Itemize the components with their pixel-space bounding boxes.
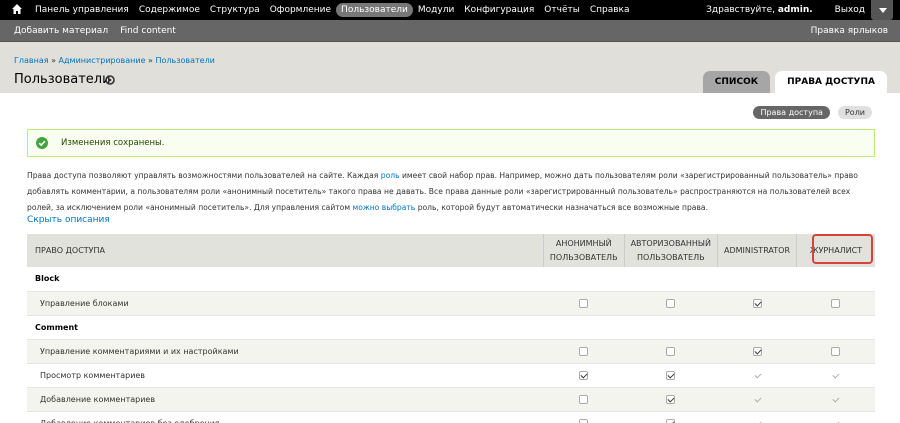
toolbar-item-reports[interactable]: Отчёты xyxy=(539,3,585,17)
table-row: Управление комментариями и их настройкам… xyxy=(27,339,875,364)
primary-tabs: СПИСОК ПРАВА ДОСТУПА xyxy=(698,71,887,93)
checkbox-journalist-inherited xyxy=(831,395,840,404)
checkbox-authenticated[interactable] xyxy=(666,298,676,308)
checkbox-journalist[interactable] xyxy=(831,298,841,308)
checkbox-journalist-inherited xyxy=(831,371,840,380)
toolbar-item-structure[interactable]: Структура xyxy=(205,3,265,17)
checkbox-administrator-inherited xyxy=(753,395,762,404)
toolbar-user: Здравствуйте, admin. Выход xyxy=(706,0,865,20)
toolbar-item-modules[interactable]: Модули xyxy=(413,3,459,17)
page-title: Пользователи xyxy=(14,72,111,87)
header-journalist: ЖУРНАЛИСТ xyxy=(796,234,875,267)
page-header: Главная » Администрирование » Пользовате… xyxy=(0,42,900,93)
role-link[interactable]: роль xyxy=(381,171,400,180)
table-row: Добавление комментариев xyxy=(27,387,875,412)
header-anonymous-line1: АНОНИМНЫЙ xyxy=(555,238,612,248)
header-anonymous-line2: ПОЛЬЗОВАТЕЛЬ xyxy=(549,252,618,262)
permission-name: Управление комментариями и их настройкам… xyxy=(27,339,544,364)
checkbox-administrator-inherited xyxy=(753,371,762,380)
header-permission: ПРАВО ДОСТУПА xyxy=(27,234,544,267)
breadcrumb-people[interactable]: Пользователи xyxy=(155,56,214,65)
permission-name: Добавление комментариев без одобрения xyxy=(27,411,544,423)
tab-permissions[interactable]: ПРАВА ДОСТУПА xyxy=(775,71,887,93)
greeting-text: Здравствуйте, xyxy=(706,5,775,15)
checkbox-anonymous[interactable] xyxy=(579,418,589,423)
checkbox-authenticated[interactable] xyxy=(666,418,676,423)
checkbox-administrator-inherited xyxy=(753,419,762,423)
module-row: Block xyxy=(27,267,875,292)
toolbar-item-appearance[interactable]: Оформление xyxy=(265,3,336,17)
header-authenticated-line2: ПОЛЬЗОВАТЕЛЬ xyxy=(636,252,705,262)
toolbar-item-configuration[interactable]: Конфигурация xyxy=(459,3,539,17)
toolbar-drawer-toggle[interactable] xyxy=(871,0,893,20)
checkbox-administrator[interactable] xyxy=(752,298,762,308)
toolbar-menu: Панель управления Содержимое Структура О… xyxy=(30,0,634,20)
checkbox-authenticated[interactable] xyxy=(666,394,676,404)
header-administrator: ADMINISTRATOR xyxy=(716,234,797,267)
checkbox-anonymous[interactable] xyxy=(579,394,589,404)
shortcut-add-content[interactable]: Добавить материал xyxy=(14,26,108,36)
subtab-roles[interactable]: Роли xyxy=(837,106,872,119)
check-circle-icon xyxy=(36,137,48,149)
table-row: Управление блоками xyxy=(27,291,875,316)
toolbar-item-people[interactable]: Пользователи xyxy=(336,3,413,17)
checkbox-authenticated[interactable] xyxy=(666,370,676,380)
breadcrumb: Главная » Администрирование » Пользовате… xyxy=(14,56,215,65)
table-row: Просмотр комментариев xyxy=(27,363,875,388)
permission-name: Добавление комментариев xyxy=(27,387,544,412)
choose-admin-role-link[interactable]: можно выбрать xyxy=(352,203,415,212)
status-message-text: Изменения сохранены. xyxy=(61,138,165,148)
module-name: Comment xyxy=(27,315,875,340)
toolbar-item-dashboard[interactable]: Панель управления xyxy=(30,3,134,17)
breadcrumb-home[interactable]: Главная xyxy=(14,56,49,65)
shortcut-star-icon[interactable] xyxy=(105,75,115,85)
shortcut-bar: Добавить материал Find content Правка яр… xyxy=(0,20,900,42)
permissions-table: ПРАВО ДОСТУПА АНОНИМНЫЙ ПОЛЬЗОВАТЕЛЬ АВТО… xyxy=(27,234,875,423)
subtab-permissions[interactable]: Права доступа xyxy=(753,106,830,119)
checkbox-anonymous[interactable] xyxy=(579,298,589,308)
description-text-1: Права доступа позволяют управлять возмож… xyxy=(27,171,379,180)
status-message: Изменения сохранены. xyxy=(27,129,875,157)
checkbox-journalist[interactable] xyxy=(831,346,841,356)
shortcut-find-content[interactable]: Find content xyxy=(120,26,176,36)
checkbox-authenticated[interactable] xyxy=(666,346,676,356)
checkbox-anonymous[interactable] xyxy=(579,370,589,380)
description-text-3: роль, которой будут автоматически назнач… xyxy=(417,203,709,212)
header-anonymous: АНОНИМНЫЙ ПОЛЬЗОВАТЕЛЬ xyxy=(542,234,625,267)
secondary-tabs: Права доступа Роли xyxy=(745,106,872,119)
module-name: Block xyxy=(27,267,875,292)
username-link[interactable]: admin. xyxy=(778,5,813,15)
permission-name: Управление блоками xyxy=(27,291,544,316)
breadcrumb-admin[interactable]: Администрирование xyxy=(59,56,146,65)
checkbox-administrator[interactable] xyxy=(752,346,762,356)
checkbox-journalist-inherited xyxy=(831,419,840,423)
toolbar-item-content[interactable]: Содержимое xyxy=(134,3,205,17)
home-icon[interactable] xyxy=(11,3,23,15)
checkbox-anonymous[interactable] xyxy=(579,346,589,356)
toolbar-item-help[interactable]: Справка xyxy=(585,3,635,17)
table-row: Добавление комментариев без одобрения xyxy=(27,411,875,423)
module-row: Comment xyxy=(27,315,875,340)
admin-toolbar: Панель управления Содержимое Структура О… xyxy=(0,0,900,20)
permission-name: Просмотр комментариев xyxy=(27,363,544,388)
hide-descriptions-link[interactable]: Скрыть описания xyxy=(27,215,110,225)
permissions-description: Права доступа позволяют управлять возмож… xyxy=(27,168,877,216)
edit-shortcuts-link[interactable]: Правка ярлыков xyxy=(811,20,888,42)
logout-link[interactable]: Выход xyxy=(835,5,865,15)
header-authenticated-line1: АВТОРИЗОВАННЫЙ xyxy=(630,238,711,248)
tab-list[interactable]: СПИСОК xyxy=(702,71,771,93)
header-authenticated: АВТОРИЗОВАННЫЙ ПОЛЬЗОВАТЕЛЬ xyxy=(623,234,718,267)
table-header-row: ПРАВО ДОСТУПА АНОНИМНЫЙ ПОЛЬЗОВАТЕЛЬ АВТО… xyxy=(27,234,875,267)
